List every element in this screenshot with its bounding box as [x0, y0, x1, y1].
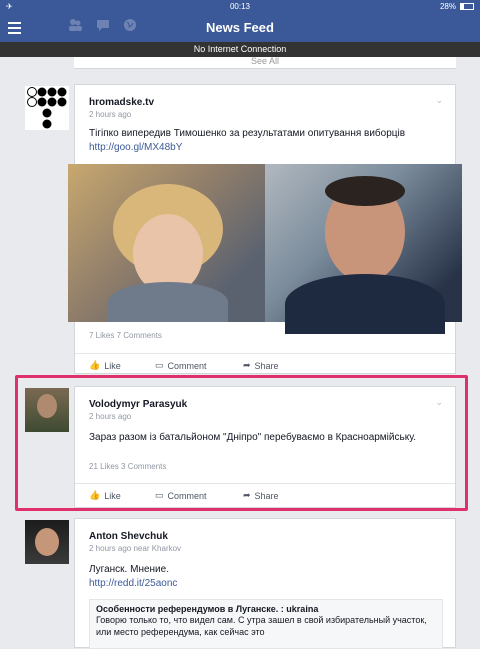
post-actions: 👍 Like ▭ Comment ➦ Share	[75, 353, 455, 375]
see-all-link[interactable]: See All	[74, 57, 456, 69]
like-button[interactable]: 👍 Like	[89, 360, 121, 371]
avatar[interactable]	[25, 86, 69, 130]
preview-title: Особенности референдумов в Луганске. : u…	[96, 604, 319, 614]
hromadske-logo	[27, 87, 67, 129]
thumbs-up-icon: 👍	[89, 360, 101, 370]
post-card: Anton Shevchuk 2 hours ago near Kharkov …	[74, 518, 456, 649]
avatar[interactable]	[25, 520, 69, 564]
chevron-down-icon[interactable]: ⌄	[435, 95, 443, 106]
navigation-bar: News Feed	[0, 14, 480, 42]
post-counts[interactable]: 7 Likes 7 Comments	[89, 331, 162, 340]
post-author[interactable]: Anton Shevchuk	[89, 531, 168, 542]
clock: 00:13	[229, 2, 251, 11]
page-title: News Feed	[206, 20, 274, 35]
battery-percent: 28%	[439, 2, 456, 11]
photo-left-portrait	[68, 164, 265, 322]
status-bar: ✈ 00:13 28%	[0, 0, 480, 14]
link-preview[interactable]: Особенности референдумов в Луганске. : u…	[89, 599, 443, 649]
preview-text: Говорю только то, что видел сам. С утра …	[96, 615, 427, 637]
highlight-box	[15, 375, 468, 511]
share-icon: ➦	[243, 360, 251, 370]
no-internet-banner: No Internet Connection	[0, 42, 480, 57]
post-text: Луганск. Мнение.	[89, 564, 169, 575]
post-link[interactable]: http://redd.it/25aonc	[89, 577, 443, 591]
battery-fill	[461, 4, 465, 9]
post-time[interactable]: 2 hours ago	[89, 110, 131, 119]
post-text: Тігіпко випередив Тимошенко за результат…	[89, 128, 406, 139]
post-photo[interactable]	[68, 164, 462, 334]
battery-icon	[460, 3, 474, 10]
share-button[interactable]: ➦ Share	[243, 360, 279, 371]
photo-right-portrait	[265, 164, 462, 334]
post-author[interactable]: hromadske.tv	[89, 97, 154, 108]
comment-button[interactable]: ▭ Comment	[155, 360, 207, 371]
post-time[interactable]: 2 hours ago near Kharkov	[89, 544, 181, 553]
comment-icon: ▭	[155, 360, 164, 370]
post-link[interactable]: http://goo.gl/MX48bY	[89, 141, 443, 155]
